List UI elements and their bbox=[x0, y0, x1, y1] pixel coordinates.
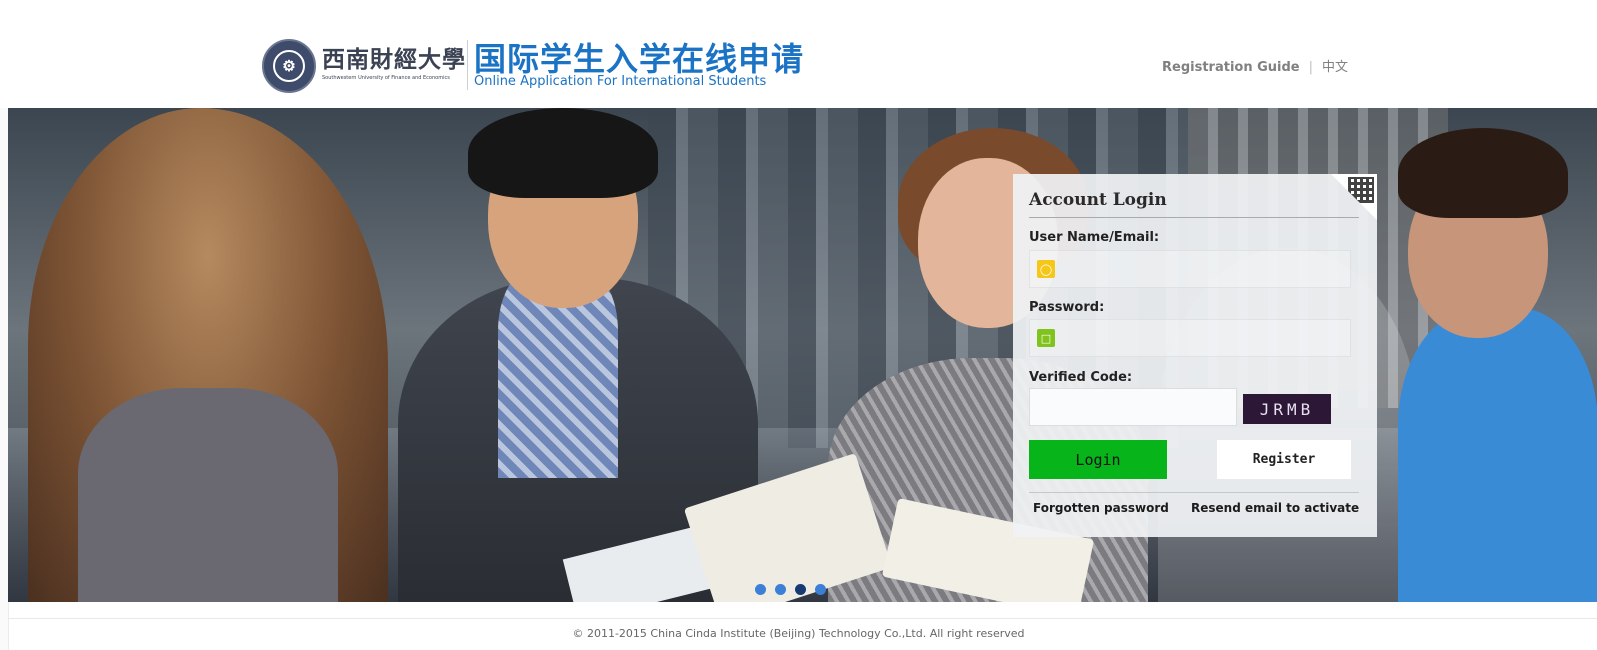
username-label: User Name/Email: bbox=[1029, 230, 1160, 245]
university-name-en: Southwestern University of Finance and E… bbox=[322, 75, 450, 81]
header-nav: Registration Guide | 中文 bbox=[1162, 56, 1348, 75]
username-input[interactable] bbox=[1062, 251, 1346, 289]
code-label: Verified Code: bbox=[1029, 370, 1133, 385]
registration-guide-link[interactable]: Registration Guide bbox=[1162, 60, 1300, 75]
university-name-cn: 西南財經大學 bbox=[322, 46, 466, 73]
lock-icon: □ bbox=[1037, 329, 1055, 347]
user-icon: ◯ bbox=[1037, 260, 1055, 278]
slide-indicators bbox=[755, 584, 826, 595]
password-label: Password: bbox=[1029, 300, 1105, 315]
verify-code-field[interactable] bbox=[1029, 388, 1237, 426]
site-header: ⚙ 西南財經大學 Southwestern University of Fina… bbox=[0, 0, 1597, 108]
register-button[interactable]: Register bbox=[1217, 440, 1351, 479]
username-field[interactable]: ◯ bbox=[1029, 250, 1351, 289]
slide-dot[interactable] bbox=[755, 584, 766, 595]
slide-dot[interactable] bbox=[815, 584, 826, 595]
app-title-en: Online Application For International Stu… bbox=[474, 74, 767, 89]
footer-divider bbox=[8, 618, 1597, 619]
verify-code-input[interactable] bbox=[1030, 389, 1236, 425]
slide-dot[interactable] bbox=[775, 584, 786, 595]
captcha-image[interactable]: JRMB bbox=[1243, 394, 1331, 424]
resend-activation-link[interactable]: Resend email to activate bbox=[1191, 501, 1359, 515]
banner-student-right-hair bbox=[1398, 128, 1568, 218]
password-field[interactable]: □ bbox=[1029, 319, 1351, 358]
login-panel: Account Login User Name/Email: ◯ Passwor… bbox=[1013, 174, 1377, 537]
login-button[interactable]: Login bbox=[1029, 440, 1167, 479]
password-input[interactable] bbox=[1062, 320, 1346, 358]
slide-dot-active[interactable] bbox=[795, 584, 806, 595]
header-divider bbox=[467, 40, 468, 90]
nav-separator: | bbox=[1308, 60, 1314, 75]
banner-student-right-body bbox=[1398, 308, 1597, 602]
forgot-password-link[interactable]: Forgotten password bbox=[1033, 501, 1169, 515]
banner-student-left bbox=[78, 388, 338, 602]
copyright-text: © 2011-2015 China Cinda Institute (Beiji… bbox=[572, 627, 1025, 640]
university-seal-icon[interactable]: ⚙ bbox=[262, 39, 316, 93]
login-divider bbox=[1029, 492, 1359, 493]
login-title: Account Login bbox=[1029, 190, 1359, 218]
language-switch-link[interactable]: 中文 bbox=[1322, 60, 1348, 75]
banner-student-center-hair bbox=[468, 108, 658, 198]
